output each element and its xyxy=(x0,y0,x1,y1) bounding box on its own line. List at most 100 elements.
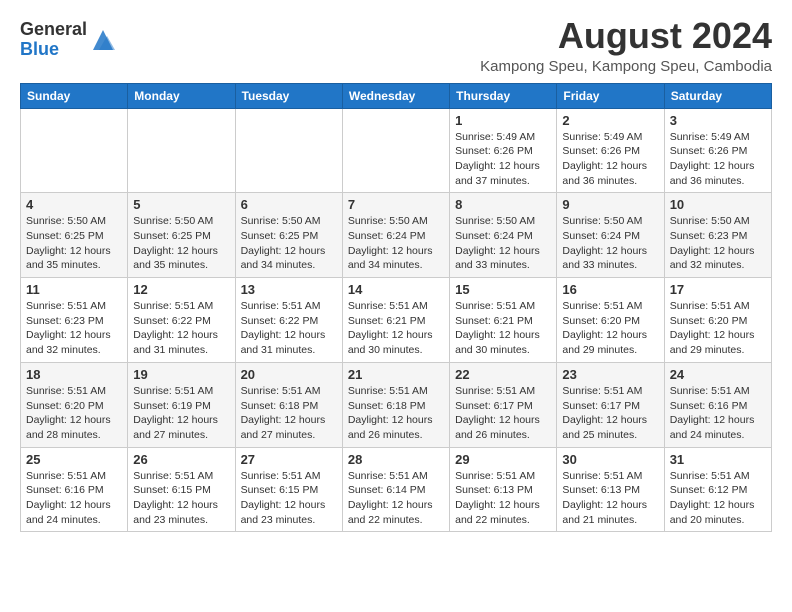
calendar-cell: 17 Sunrise: 5:51 AMSunset: 6:20 PMDayligh… xyxy=(664,278,771,363)
cell-date-number: 28 xyxy=(348,452,444,467)
logo: General Blue xyxy=(20,20,117,60)
cell-info-text: Sunrise: 5:51 AMSunset: 6:18 PMDaylight:… xyxy=(348,384,444,443)
calendar-cell: 23 Sunrise: 5:51 AMSunset: 6:17 PMDayligh… xyxy=(557,362,664,447)
day-header-friday: Friday xyxy=(557,83,664,108)
calendar-cell: 18Sunrise: 5:51 AMSunset: 6:20 PMDayligh… xyxy=(21,362,128,447)
cell-date-number: 1 xyxy=(455,113,551,128)
calendar-cell: 21Sunrise: 5:51 AMSunset: 6:18 PMDayligh… xyxy=(342,362,449,447)
calendar-cell: 27 Sunrise: 5:51 AMSunset: 6:15 PMDayligh… xyxy=(235,447,342,532)
cell-date-number: 12 xyxy=(133,282,229,297)
cell-info-text: Sunrise: 5:51 AMSunset: 6:17 PMDaylight:… xyxy=(562,384,658,443)
cell-info-text: Sunrise: 5:49 AMSunset: 6:26 PMDaylight:… xyxy=(455,130,551,189)
cell-date-number: 14 xyxy=(348,282,444,297)
logo-general: General xyxy=(20,20,87,40)
calendar-cell xyxy=(21,108,128,193)
cell-date-number: 15 xyxy=(455,282,551,297)
calendar-header-row: SundayMondayTuesdayWednesdayThursdayFrid… xyxy=(21,83,772,108)
calendar-cell: 9 Sunrise: 5:50 AMSunset: 6:24 PMDaylight… xyxy=(557,193,664,278)
cell-date-number: 11 xyxy=(26,282,122,297)
day-header-sunday: Sunday xyxy=(21,83,128,108)
cell-info-text: Sunrise: 5:49 AMSunset: 6:26 PMDaylight:… xyxy=(562,130,658,189)
calendar-cell: 7 Sunrise: 5:50 AMSunset: 6:24 PMDaylight… xyxy=(342,193,449,278)
day-header-monday: Monday xyxy=(128,83,235,108)
calendar-cell: 29 Sunrise: 5:51 AMSunset: 6:13 PMDayligh… xyxy=(450,447,557,532)
cell-info-text: Sunrise: 5:51 AMSunset: 6:19 PMDaylight:… xyxy=(133,384,229,443)
cell-info-text: Sunrise: 5:50 AMSunset: 6:25 PMDaylight:… xyxy=(133,214,229,273)
cell-info-text: Sunrise: 5:51 AMSunset: 6:21 PMDaylight:… xyxy=(348,299,444,358)
cell-info-text: Sunrise: 5:51 AMSunset: 6:23 PMDaylight:… xyxy=(26,299,122,358)
cell-date-number: 10 xyxy=(670,197,766,212)
cell-date-number: 27 xyxy=(241,452,337,467)
cell-date-number: 23 xyxy=(562,367,658,382)
cell-info-text: Sunrise: 5:51 AMSunset: 6:22 PMDaylight:… xyxy=(133,299,229,358)
calendar-cell: 13 Sunrise: 5:51 AMSunset: 6:22 PMDayligh… xyxy=(235,278,342,363)
day-header-tuesday: Tuesday xyxy=(235,83,342,108)
cell-info-text: Sunrise: 5:51 AMSunset: 6:20 PMDaylight:… xyxy=(670,299,766,358)
cell-date-number: 25 xyxy=(26,452,122,467)
page-header: General Blue August 2024 Kampong Speu, K… xyxy=(20,16,772,75)
cell-date-number: 19 xyxy=(133,367,229,382)
calendar-cell: 24 Sunrise: 5:51 AMSunset: 6:16 PMDayligh… xyxy=(664,362,771,447)
cell-date-number: 7 xyxy=(348,197,444,212)
calendar-cell: 10 Sunrise: 5:50 AMSunset: 6:23 PMDayligh… xyxy=(664,193,771,278)
day-header-thursday: Thursday xyxy=(450,83,557,108)
cell-info-text: Sunrise: 5:51 AMSunset: 6:14 PMDaylight:… xyxy=(348,469,444,528)
cell-date-number: 30 xyxy=(562,452,658,467)
cell-info-text: Sunrise: 5:49 AMSunset: 6:26 PMDaylight:… xyxy=(670,130,766,189)
calendar-cell: 22 Sunrise: 5:51 AMSunset: 6:17 PMDayligh… xyxy=(450,362,557,447)
cell-info-text: Sunrise: 5:51 AMSunset: 6:15 PMDaylight:… xyxy=(133,469,229,528)
cell-info-text: Sunrise: 5:51 AMSunset: 6:16 PMDaylight:… xyxy=(670,384,766,443)
calendar-week-row: 25 Sunrise: 5:51 AMSunset: 6:16 PMDayligh… xyxy=(21,447,772,532)
calendar-cell: 2 Sunrise: 5:49 AMSunset: 6:26 PMDaylight… xyxy=(557,108,664,193)
calendar-cell: 19 Sunrise: 5:51 AMSunset: 6:19 PMDayligh… xyxy=(128,362,235,447)
cell-info-text: Sunrise: 5:51 AMSunset: 6:22 PMDaylight:… xyxy=(241,299,337,358)
calendar-cell: 4Sunrise: 5:50 AMSunset: 6:25 PMDaylight… xyxy=(21,193,128,278)
cell-info-text: Sunrise: 5:50 AMSunset: 6:24 PMDaylight:… xyxy=(348,214,444,273)
cell-info-text: Sunrise: 5:50 AMSunset: 6:24 PMDaylight:… xyxy=(455,214,551,273)
calendar-cell: 11 Sunrise: 5:51 AMSunset: 6:23 PMDayligh… xyxy=(21,278,128,363)
calendar-cell: 5 Sunrise: 5:50 AMSunset: 6:25 PMDaylight… xyxy=(128,193,235,278)
calendar-cell: 15 Sunrise: 5:51 AMSunset: 6:21 PMDayligh… xyxy=(450,278,557,363)
cell-date-number: 9 xyxy=(562,197,658,212)
cell-date-number: 31 xyxy=(670,452,766,467)
cell-date-number: 5 xyxy=(133,197,229,212)
calendar-cell: 28 Sunrise: 5:51 AMSunset: 6:14 PMDayligh… xyxy=(342,447,449,532)
cell-date-number: 8 xyxy=(455,197,551,212)
calendar-week-row: 4Sunrise: 5:50 AMSunset: 6:25 PMDaylight… xyxy=(21,193,772,278)
cell-date-number: 24 xyxy=(670,367,766,382)
main-title: August 2024 xyxy=(480,16,772,56)
cell-info-text: Sunrise: 5:51 AMSunset: 6:12 PMDaylight:… xyxy=(670,469,766,528)
calendar-cell: 6 Sunrise: 5:50 AMSunset: 6:25 PMDaylight… xyxy=(235,193,342,278)
cell-info-text: Sunrise: 5:51 AMSunset: 6:17 PMDaylight:… xyxy=(455,384,551,443)
cell-info-text: Sunrise: 5:51 AMSunset: 6:21 PMDaylight:… xyxy=(455,299,551,358)
calendar-cell: 14 Sunrise: 5:51 AMSunset: 6:21 PMDayligh… xyxy=(342,278,449,363)
calendar-cell: 26 Sunrise: 5:51 AMSunset: 6:15 PMDayligh… xyxy=(128,447,235,532)
cell-date-number: 20 xyxy=(241,367,337,382)
cell-info-text: Sunrise: 5:50 AMSunset: 6:23 PMDaylight:… xyxy=(670,214,766,273)
cell-date-number: 3 xyxy=(670,113,766,128)
cell-date-number: 16 xyxy=(562,282,658,297)
cell-info-text: Sunrise: 5:51 AMSunset: 6:16 PMDaylight:… xyxy=(26,469,122,528)
cell-date-number: 29 xyxy=(455,452,551,467)
calendar-cell: 30 Sunrise: 5:51 AMSunset: 6:13 PMDayligh… xyxy=(557,447,664,532)
calendar-cell: 12 Sunrise: 5:51 AMSunset: 6:22 PMDayligh… xyxy=(128,278,235,363)
day-header-saturday: Saturday xyxy=(664,83,771,108)
cell-date-number: 18 xyxy=(26,367,122,382)
cell-date-number: 13 xyxy=(241,282,337,297)
cell-date-number: 17 xyxy=(670,282,766,297)
cell-date-number: 6 xyxy=(241,197,337,212)
cell-date-number: 2 xyxy=(562,113,658,128)
calendar-cell: 1 Sunrise: 5:49 AMSunset: 6:26 PMDaylight… xyxy=(450,108,557,193)
calendar-cell xyxy=(235,108,342,193)
cell-info-text: Sunrise: 5:51 AMSunset: 6:15 PMDaylight:… xyxy=(241,469,337,528)
calendar-cell: 16Sunrise: 5:51 AMSunset: 6:20 PMDayligh… xyxy=(557,278,664,363)
cell-date-number: 22 xyxy=(455,367,551,382)
cell-info-text: Sunrise: 5:51 AMSunset: 6:13 PMDaylight:… xyxy=(455,469,551,528)
calendar-cell: 20Sunrise: 5:51 AMSunset: 6:18 PMDayligh… xyxy=(235,362,342,447)
subtitle: Kampong Speu, Kampong Speu, Cambodia xyxy=(480,58,772,75)
cell-info-text: Sunrise: 5:50 AMSunset: 6:24 PMDaylight:… xyxy=(562,214,658,273)
cell-info-text: Sunrise: 5:51 AMSunset: 6:13 PMDaylight:… xyxy=(562,469,658,528)
cell-date-number: 26 xyxy=(133,452,229,467)
cell-info-text: Sunrise: 5:50 AMSunset: 6:25 PMDaylight:… xyxy=(241,214,337,273)
calendar-week-row: 1 Sunrise: 5:49 AMSunset: 6:26 PMDaylight… xyxy=(21,108,772,193)
